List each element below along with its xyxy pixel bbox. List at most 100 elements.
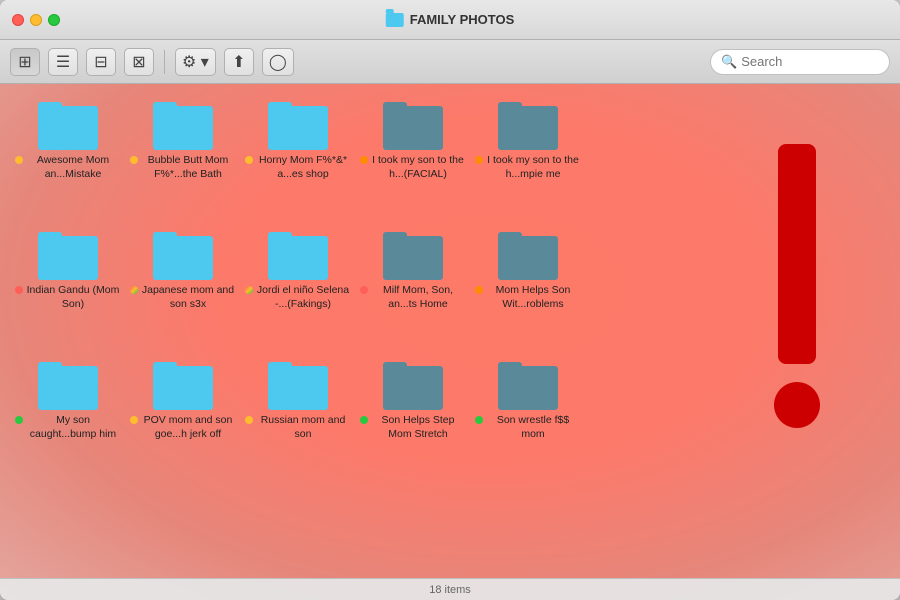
traffic-lights (12, 14, 60, 26)
folder-dot (130, 286, 138, 294)
folder-item[interactable] (585, 224, 700, 354)
search-icon: 🔍 (721, 54, 737, 70)
folder-icon (383, 102, 443, 150)
separator-1 (164, 50, 165, 74)
folder-label: Russian mom and son (245, 414, 350, 441)
status-bar: 18 items (0, 578, 900, 600)
folder-icon (153, 362, 213, 410)
folder-item[interactable]: POV mom and son goe...h jerk off (125, 354, 240, 484)
icon-view-button[interactable]: ⊞ (10, 48, 40, 76)
tag-button[interactable]: ◯ (262, 48, 294, 76)
folder-icon (268, 362, 328, 410)
search-input[interactable] (741, 54, 879, 69)
folder-dot (15, 416, 23, 424)
folder-name: I took my son to the h...(FACIAL) (371, 154, 465, 181)
folder-dot (245, 156, 253, 164)
folder-item[interactable]: Indian Gandu (Mom Son) (10, 224, 125, 354)
folder-name: Son Helps Step Mom Stretch (371, 414, 465, 441)
folder-item[interactable]: I took my son to the h...(FACIAL) (355, 94, 470, 224)
minimize-button[interactable] (30, 14, 42, 26)
folder-item[interactable]: Russian mom and son (240, 354, 355, 484)
folder-label: I took my son to the h...mpie me (475, 154, 580, 181)
folder-item[interactable]: Awesome Mom an...Mistake (10, 94, 125, 224)
folder-dot (360, 416, 368, 424)
folder-dot (475, 286, 483, 294)
folder-name: Jordi el niño Selena -...(Fakings) (256, 284, 350, 311)
folder-name: Russian mom and son (256, 414, 350, 441)
folder-dot (360, 286, 368, 294)
column-view-button[interactable]: ⊟ (86, 48, 116, 76)
folder-label: My son caught...bump him (15, 414, 120, 441)
folder-name: Son wrestle f$$ mom (486, 414, 580, 441)
folder-label: Jordi el niño Selena -...(Fakings) (245, 284, 350, 311)
window-title-area: FAMILY PHOTOS (386, 12, 515, 27)
folder-icon (383, 232, 443, 280)
folder-item[interactable]: Horny Mom F%*&* a...es shop (240, 94, 355, 224)
folder-icon (38, 362, 98, 410)
folder-label: Son wrestle f$$ mom (475, 414, 580, 441)
folder-item[interactable]: Son Helps Step Mom Stretch (355, 354, 470, 484)
folder-label: POV mom and son goe...h jerk off (130, 414, 235, 441)
folder-icon (153, 232, 213, 280)
folder-name: Awesome Mom an...Mistake (26, 154, 120, 181)
folder-item[interactable] (585, 94, 700, 224)
finder-window: FAMILY PHOTOS ⊞ ☰ ⊟ ⊠ ⚙ ▾ ⬆ ◯ 🔍 Awesome … (0, 0, 900, 600)
folder-name: Indian Gandu (Mom Son) (26, 284, 120, 311)
toolbar: ⊞ ☰ ⊟ ⊠ ⚙ ▾ ⬆ ◯ 🔍 (0, 40, 900, 84)
folder-name: Japanese mom and son s3x (141, 284, 235, 311)
folder-item[interactable]: My son caught...bump him (10, 354, 125, 484)
folder-dot (475, 156, 483, 164)
folder-dot (245, 286, 253, 294)
search-box[interactable]: 🔍 (710, 49, 890, 75)
folder-name: Mom Helps Son Wit...roblems (486, 284, 580, 311)
folder-item[interactable]: Japanese mom and son s3x (125, 224, 240, 354)
folder-dot (15, 156, 23, 164)
folder-name: POV mom and son goe...h jerk off (141, 414, 235, 441)
folder-icon (38, 102, 98, 150)
action-button[interactable]: ⚙ ▾ (175, 48, 216, 76)
window-title: FAMILY PHOTOS (410, 12, 515, 27)
folder-label: Indian Gandu (Mom Son) (15, 284, 120, 311)
folder-icon (498, 232, 558, 280)
folder-icon (498, 102, 558, 150)
folder-dot (130, 416, 138, 424)
folder-dot (130, 156, 138, 164)
folder-icon (498, 362, 558, 410)
titlebar: FAMILY PHOTOS (0, 0, 900, 40)
file-browser-area: Awesome Mom an...Mistake Bubble Butt Mom … (0, 84, 900, 600)
status-text: 18 items (429, 584, 471, 596)
folder-label: Awesome Mom an...Mistake (15, 154, 120, 181)
folder-dot (245, 416, 253, 424)
folder-dot (475, 416, 483, 424)
folder-label: Mom Helps Son Wit...roblems (475, 284, 580, 311)
folder-label: Milf Mom, Son, an...ts Home (360, 284, 465, 311)
folder-name: I took my son to the h...mpie me (486, 154, 580, 181)
folder-dot (15, 286, 23, 294)
folder-item[interactable]: Jordi el niño Selena -...(Fakings) (240, 224, 355, 354)
folder-item[interactable]: Milf Mom, Son, an...ts Home (355, 224, 470, 354)
folder-name: My son caught...bump him (26, 414, 120, 441)
maximize-button[interactable] (48, 14, 60, 26)
cover-flow-button[interactable]: ⊠ (124, 48, 154, 76)
close-button[interactable] (12, 14, 24, 26)
folder-icon (153, 102, 213, 150)
folder-item[interactable]: Son wrestle f$$ mom (470, 354, 585, 484)
folder-name: Milf Mom, Son, an...ts Home (371, 284, 465, 311)
folder-label: Horny Mom F%*&* a...es shop (245, 154, 350, 181)
title-folder-icon (386, 13, 404, 27)
folder-icon (38, 232, 98, 280)
list-view-button[interactable]: ☰ (48, 48, 78, 76)
folder-item[interactable] (585, 354, 700, 484)
folder-item[interactable]: Mom Helps Son Wit...roblems (470, 224, 585, 354)
share-button[interactable]: ⬆ (224, 48, 254, 76)
folder-item[interactable]: I took my son to the h...mpie me (470, 94, 585, 224)
folder-label: Bubble Butt Mom F%*...the Bath (130, 154, 235, 181)
folder-icon (268, 232, 328, 280)
folder-label: I took my son to the h...(FACIAL) (360, 154, 465, 181)
folder-name: Bubble Butt Mom F%*...the Bath (141, 154, 235, 181)
folder-dot (360, 156, 368, 164)
folder-icon (383, 362, 443, 410)
folder-item[interactable]: Bubble Butt Mom F%*...the Bath (125, 94, 240, 224)
folder-icon (268, 102, 328, 150)
folder-label: Japanese mom and son s3x (130, 284, 235, 311)
